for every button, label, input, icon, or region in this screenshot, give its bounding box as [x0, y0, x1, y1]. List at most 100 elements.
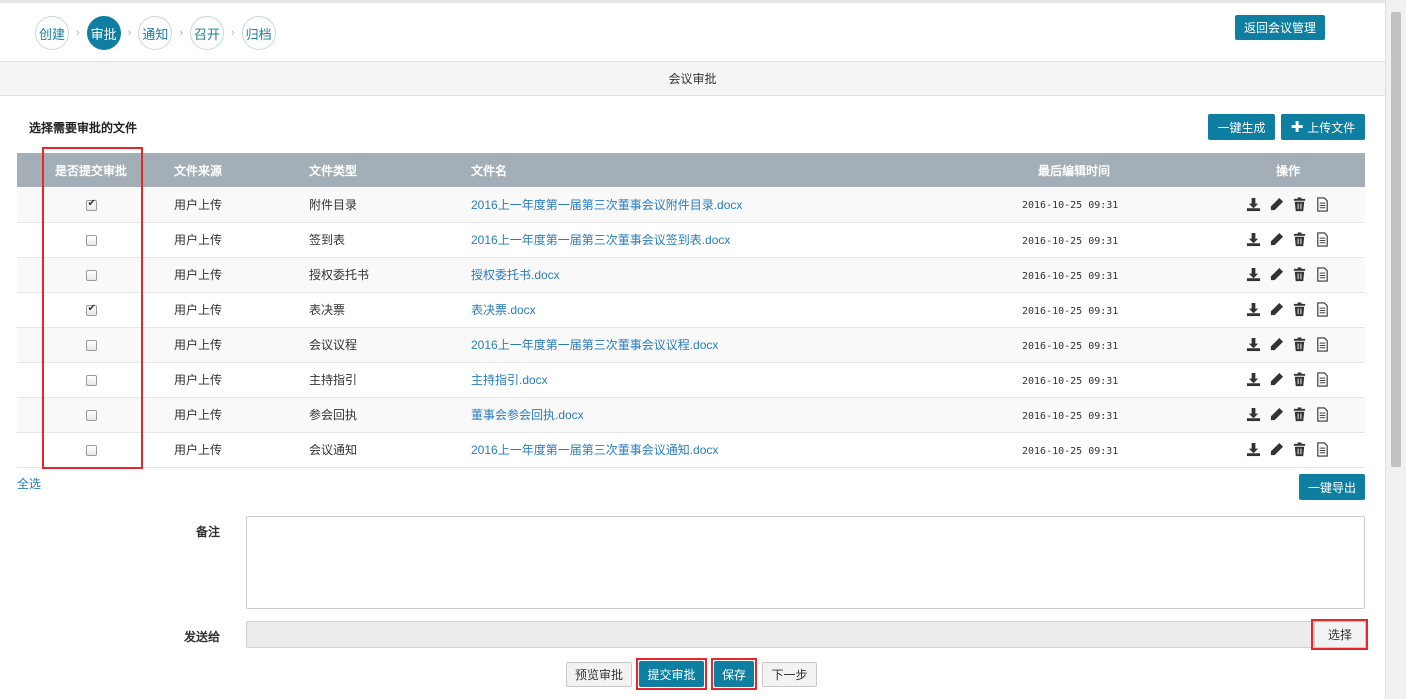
step-progress: 创建 › 审批 › 通知 › 召开 › 归档 [35, 16, 276, 50]
table-row: 用户上传 主持指引 主持指引.docx 2016-10-25 09:31 [17, 362, 1365, 398]
download-icon[interactable] [1246, 232, 1261, 247]
col-header-filename: 文件名 [462, 153, 1011, 187]
submit-checkbox[interactable] [85, 198, 97, 211]
submit-checkbox[interactable] [85, 234, 97, 246]
step-approve[interactable]: 审批 [86, 16, 121, 50]
submit-checkbox[interactable] [85, 444, 97, 456]
submit-approval-button[interactable]: 提交审批 [639, 661, 704, 687]
preview-approval-button[interactable]: 预览审批 [566, 662, 632, 687]
type-cell: 签到表 [300, 222, 462, 258]
actions-cell [1211, 362, 1365, 398]
upload-file-label: 上传文件 [1307, 120, 1356, 135]
download-icon[interactable] [1246, 407, 1261, 422]
filename-link[interactable]: 董事会参会回执.docx [471, 408, 584, 422]
generate-all-button[interactable]: 一键生成 [1208, 114, 1275, 140]
delete-trash-icon[interactable] [1292, 407, 1307, 422]
table-row: 用户上传附件目录 2016上一年度第一届第三次董事会议附件目录.docx 2016-… [17, 187, 1365, 223]
edit-pencil-icon[interactable] [1269, 442, 1284, 457]
type-cell: 会议议程 [300, 327, 462, 363]
edit-time-cell: 2016-10-25 09:31 [1011, 187, 1211, 223]
submit-checkbox[interactable] [85, 339, 97, 351]
filename-cell: 2016上一年度第一届第三次董事会议议程.docx [462, 327, 1011, 363]
choose-recipient-button[interactable]: 选择 [1314, 621, 1366, 648]
filename-cell: 2016上一年度第一届第三次董事会议通知.docx [462, 432, 1011, 468]
filename-link[interactable]: 主持指引.docx [471, 373, 548, 387]
step-create[interactable]: 创建 [35, 16, 69, 50]
submit-cell [17, 432, 165, 468]
edit-pencil-icon[interactable] [1269, 267, 1284, 282]
source-cell: 用户上传 [165, 432, 300, 468]
download-icon[interactable] [1246, 372, 1261, 387]
filename-link[interactable]: 2016上一年度第一届第三次董事会议签到表.docx [471, 233, 730, 247]
submit-cell [17, 327, 165, 363]
download-icon[interactable] [1246, 197, 1261, 212]
edit-pencil-icon[interactable] [1269, 337, 1284, 352]
document-icon[interactable] [1315, 442, 1330, 457]
edit-pencil-icon[interactable] [1269, 372, 1284, 387]
delete-trash-icon[interactable] [1292, 337, 1307, 352]
document-icon[interactable] [1315, 407, 1330, 422]
document-icon[interactable] [1315, 197, 1330, 212]
delete-trash-icon[interactable] [1292, 442, 1307, 457]
source-cell: 用户上传 [165, 327, 300, 363]
download-icon[interactable] [1246, 302, 1261, 317]
type-cell: 参会回执 [300, 397, 462, 433]
source-cell: 用户上传 [165, 187, 300, 223]
download-icon[interactable] [1246, 337, 1261, 352]
edit-time: 2016-10-25 09:31 [1022, 445, 1119, 457]
scrollbar-thumb[interactable] [1391, 12, 1401, 467]
next-step-button[interactable]: 下一步 [762, 662, 817, 687]
vertical-scrollbar[interactable] [1385, 0, 1406, 699]
submit-checkbox[interactable] [85, 269, 97, 281]
edit-time: 2016-10-25 09:31 [1022, 200, 1119, 212]
filename-cell: 授权委托书.docx [462, 257, 1011, 293]
edit-time: 2016-10-25 09:31 [1022, 235, 1119, 247]
submit-cell [17, 257, 165, 293]
submit-cell [17, 187, 165, 223]
export-all-button[interactable]: 一键导出 [1299, 474, 1365, 500]
edit-pencil-icon[interactable] [1269, 407, 1284, 422]
step-convene[interactable]: 召开 [190, 16, 225, 50]
delete-trash-icon[interactable] [1292, 232, 1307, 247]
filename-link[interactable]: 表决票.docx [471, 303, 536, 317]
delete-trash-icon[interactable] [1292, 372, 1307, 387]
edit-pencil-icon[interactable] [1269, 232, 1284, 247]
send-to-field[interactable] [246, 621, 1314, 648]
filename-link[interactable]: 2016上一年度第一届第三次董事会议议程.docx [471, 338, 718, 352]
col-header-edit-time: 最后编辑时间 [1011, 153, 1211, 187]
filename-link[interactable]: 2016上一年度第一届第三次董事会议通知.docx [471, 443, 718, 457]
actions-cell [1211, 187, 1365, 223]
document-icon[interactable] [1315, 267, 1330, 282]
document-icon[interactable] [1315, 337, 1330, 352]
filename-link[interactable]: 2016上一年度第一届第三次董事会议附件目录.docx [471, 198, 742, 212]
step-separator-icon: › [179, 27, 184, 39]
select-all-link[interactable]: 全选 [17, 475, 41, 492]
download-icon[interactable] [1246, 267, 1261, 282]
edit-time: 2016-10-25 09:31 [1022, 305, 1119, 317]
filename-cell: 2016上一年度第一届第三次董事会议附件目录.docx [462, 187, 1011, 223]
document-icon[interactable] [1315, 302, 1330, 317]
submit-checkbox[interactable] [85, 409, 97, 421]
delete-trash-icon[interactable] [1292, 197, 1307, 212]
edit-pencil-icon[interactable] [1269, 302, 1284, 317]
table-row: 用户上传 会议通知 2016上一年度第一届第三次董事会议通知.docx 2016-10… [17, 432, 1365, 468]
return-meeting-management-button[interactable]: 返回会议管理 [1235, 15, 1325, 40]
delete-trash-icon[interactable] [1292, 267, 1307, 282]
document-icon[interactable] [1315, 372, 1330, 387]
document-icon[interactable] [1315, 232, 1330, 247]
remark-textarea[interactable] [246, 516, 1365, 609]
upload-file-button[interactable]: ✚ 上传文件 [1281, 114, 1365, 140]
delete-trash-icon[interactable] [1292, 302, 1307, 317]
submit-checkbox[interactable] [85, 374, 97, 386]
step-archive[interactable]: 归档 [241, 16, 276, 50]
step-separator-icon: › [231, 27, 235, 39]
save-button[interactable]: 保存 [714, 661, 754, 687]
edit-pencil-icon[interactable] [1269, 197, 1284, 212]
step-notify[interactable]: 通知 [138, 16, 173, 50]
filename-link[interactable]: 授权委托书.docx [471, 268, 560, 282]
submit-checkbox[interactable] [85, 303, 97, 316]
actions-cell [1211, 327, 1365, 363]
download-icon[interactable] [1246, 442, 1261, 457]
type-cell: 附件目录 [300, 187, 462, 223]
send-to-label: 发送给 [184, 630, 221, 644]
